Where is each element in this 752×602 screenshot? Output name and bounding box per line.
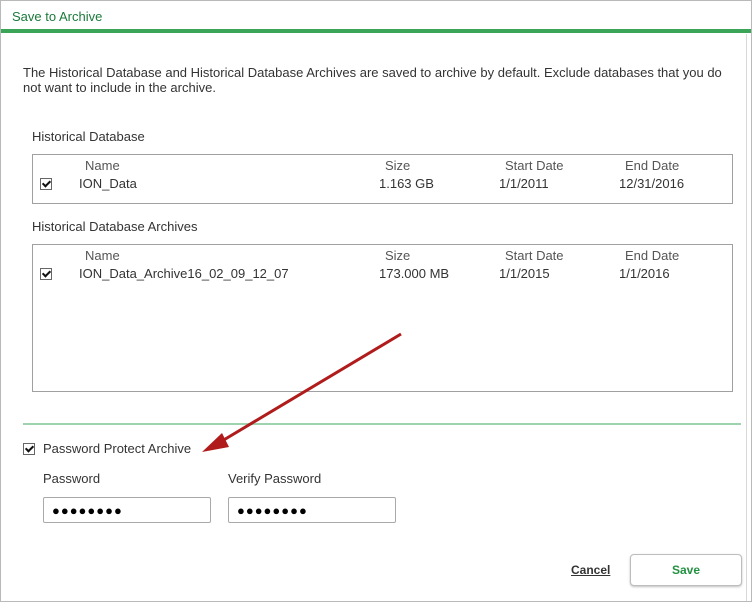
archive-size: 173.000 MB xyxy=(379,266,450,281)
include-checkbox[interactable] xyxy=(40,268,52,280)
password-protect-label[interactable]: Password Protect Archive xyxy=(43,441,191,456)
archive-name: ION_Data_Archive16_02_09_12_07 xyxy=(79,266,289,281)
database-end-date: 12/31/2016 xyxy=(619,176,685,191)
intro-text: The Historical Database and Historical D… xyxy=(23,65,722,95)
save-button[interactable]: Save xyxy=(630,554,742,586)
verify-password-input[interactable]: ●●●●●●●● xyxy=(228,497,396,523)
section-divider xyxy=(23,423,741,425)
column-header-start-date[interactable]: Start Date xyxy=(505,158,564,173)
title-bar: Save to Archive xyxy=(1,1,751,33)
historical-database-label: Historical Database xyxy=(32,129,145,144)
column-header-size[interactable]: Size xyxy=(385,158,410,173)
archive-start-date: 1/1/2015 xyxy=(499,266,550,281)
password-label: Password xyxy=(43,471,101,486)
column-header-name[interactable]: Name xyxy=(85,248,120,263)
dialog-title: Save to Archive xyxy=(12,9,103,24)
password-input[interactable]: ●●●●●●●● xyxy=(43,497,211,523)
column-header-end-date[interactable]: End Date xyxy=(625,248,679,263)
archives-grid: Name Size Start Date End Date ION_Data_A… xyxy=(32,244,733,392)
database-start-date: 1/1/2011 xyxy=(499,176,549,191)
column-header-size[interactable]: Size xyxy=(385,248,410,263)
database-size: 1.163 GB xyxy=(379,176,434,191)
column-header-name[interactable]: Name xyxy=(85,158,120,173)
database-name: ION_Data xyxy=(79,176,137,191)
verify-password-label: Verify Password xyxy=(228,471,322,486)
include-checkbox[interactable] xyxy=(40,178,52,190)
archive-end-date: 1/1/2016 xyxy=(619,266,670,281)
historical-database-grid: Name Size Start Date End Date ION_Data 1… xyxy=(32,154,733,204)
column-header-start-date[interactable]: Start Date xyxy=(505,248,564,263)
save-to-archive-dialog: Save to Archive The Historical Database … xyxy=(0,0,752,602)
column-header-end-date[interactable]: End Date xyxy=(625,158,679,173)
scroll-edge xyxy=(746,34,747,601)
cancel-button[interactable]: Cancel xyxy=(571,563,610,577)
password-protect-checkbox[interactable] xyxy=(23,443,35,455)
archives-label: Historical Database Archives xyxy=(32,219,198,234)
